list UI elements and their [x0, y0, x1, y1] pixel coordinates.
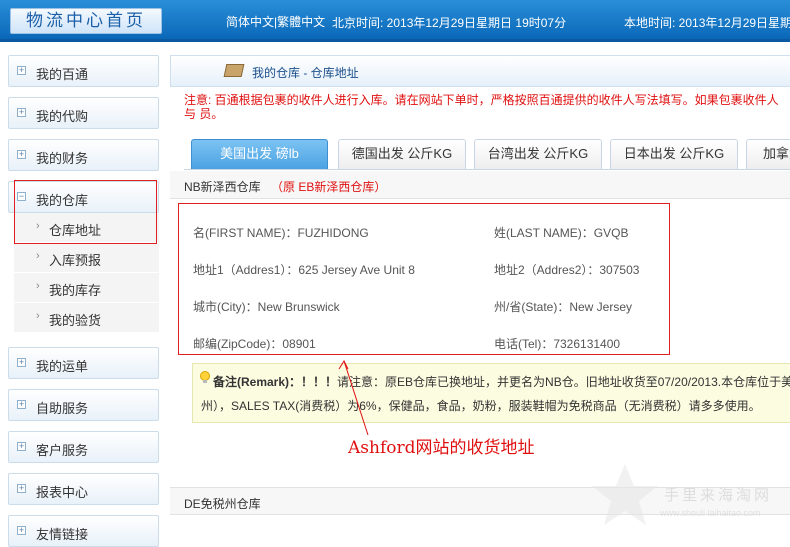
warehouse-nb-header: NB新泽西仓库 （原 EB新泽西仓库）: [170, 171, 790, 199]
sidebar-item-label: 自助服务: [36, 401, 89, 416]
sidebar-item-label: 我的代购: [36, 109, 89, 124]
remark-text-1: 请注意：原EB仓库已换地址，并更名为NB仓。旧地址收货至07/20/2013.本…: [337, 375, 790, 389]
notice-text: 注意: 百通根据包裹的收件人进行入库。请在网站下单时，严格按照百通提供的收件人写…: [184, 93, 779, 121]
expand-icon: +: [17, 65, 26, 75]
sidebar: + 我的百通 + 我的代购 + 我的财务 − 我的仓库 › 仓库地址 › 入库预…: [0, 45, 168, 547]
sidebar-item-my-finance[interactable]: + 我的财务: [8, 139, 159, 171]
sidebar-subitem-inbound-forecast[interactable]: › 入库预报: [14, 243, 159, 273]
language-switch[interactable]: 简体中文|繁體中文: [226, 13, 325, 30]
expand-icon: +: [17, 525, 26, 535]
map-scroll-icon: [223, 64, 245, 77]
remark-box: 备注(Remark)：！！！请注意：原EB仓库已换地址，并更名为NB仓。旧地址收…: [192, 363, 790, 423]
address2-field: 地址2（Addres2）：307503: [494, 263, 640, 277]
remark-line-2: 州），SALES TAX(消费税）为6%，保健品，食品，奶粉，服装鞋帽为免税商品…: [201, 399, 761, 413]
sidebar-item-report-center[interactable]: + 报表中心: [8, 473, 159, 505]
sidebar-item-label: 我的百通: [36, 67, 89, 82]
tab-germany-departure[interactable]: 德国出发 公斤KG: [338, 139, 466, 169]
star-icon: [592, 464, 658, 525]
sidebar-item-label: 我的财务: [36, 151, 89, 166]
expand-icon: +: [17, 107, 26, 117]
remark-line-1: 备注(Remark)：！！！请注意：原EB仓库已换地址，并更名为NB仓。旧地址收…: [213, 373, 790, 390]
sidebar-item-label: 客户服务: [36, 443, 89, 458]
sidebar-item-label: 报表中心: [36, 485, 89, 500]
sidebar-item-my-baitong[interactable]: + 我的百通: [8, 55, 159, 87]
tab-taiwan-departure[interactable]: 台湾出发 公斤KG: [474, 139, 602, 169]
sidebar-item-my-warehouse[interactable]: − 我的仓库: [8, 181, 159, 213]
address-box: 名(FIRST NAME)：FUZHIDONG 姓(LAST NAME)：GVQ…: [178, 203, 670, 355]
sidebar-subitem-warehouse-address[interactable]: › 仓库地址: [14, 213, 159, 243]
annotation-arrow: [338, 359, 369, 436]
sidebar-item-my-proxy-purchase[interactable]: + 我的代购: [8, 97, 159, 129]
sidebar-item-label: 我的仓库: [36, 193, 89, 208]
lightbulb-icon: [200, 371, 210, 383]
expand-icon: +: [17, 441, 26, 451]
last-name-field: 姓(LAST NAME)：GVQB: [494, 226, 629, 240]
watermark-text: 手里来海淘网: [664, 486, 773, 504]
warehouse-nb-subtitle: （原 EB新泽西仓库）: [271, 180, 387, 194]
expand-icon: +: [17, 357, 26, 367]
first-name-field: 名(FIRST NAME)：FUZHIDONG: [193, 226, 369, 240]
tel-field: 电话(Tel)：7326131400: [494, 337, 621, 351]
sidebar-subitem-my-inspection[interactable]: › 我的验货: [14, 303, 159, 333]
watermark-url: www.shouli laihaitao.com: [660, 508, 761, 518]
top-bar: 物流中心首页 简体中文|繁體中文 北京时间: 2013年12月29日星期日 19…: [0, 0, 790, 42]
sidebar-subitem-label: 仓库地址: [49, 223, 102, 238]
warehouse-de-name: DE免税州仓库: [184, 497, 261, 511]
chevron-right-icon: ›: [36, 250, 40, 262]
sidebar-item-customer-service[interactable]: + 客户服务: [8, 431, 159, 463]
annotation-label: Ashford网站的收货地址: [348, 438, 535, 458]
watermark: 手里来海淘网 www.shouli laihaitao.com: [590, 460, 790, 530]
sidebar-item-friend-links[interactable]: + 友情链接: [8, 515, 159, 547]
tab-japan-departure[interactable]: 日本出发 公斤KG: [610, 139, 738, 169]
warehouse-nb-name: NB新泽西仓库: [184, 180, 261, 194]
home-button[interactable]: 物流中心首页: [10, 8, 162, 34]
chevron-right-icon: ›: [36, 220, 40, 232]
state-field: 州/省(State)：New Jersey: [494, 300, 633, 314]
sidebar-subitem-my-inventory[interactable]: › 我的库存: [14, 273, 159, 303]
page-title: 我的仓库 - 仓库地址: [252, 66, 359, 80]
sidebar-item-label: 友情链接: [36, 527, 89, 542]
sidebar-item-my-waybill[interactable]: + 我的运单: [8, 347, 159, 379]
zip-field: 邮编(ZipCode)：08901: [193, 337, 316, 351]
sidebar-subitem-label: 入库预报: [49, 253, 102, 268]
tab-divider: [184, 169, 790, 170]
tab-us-departure[interactable]: 美国出发 磅lb: [191, 139, 328, 169]
beijing-time: 北京时间: 2013年12月29日星期日 19时07分: [332, 16, 567, 30]
page-title-bar: 我的仓库 - 仓库地址: [170, 55, 790, 87]
tab-canada-departure[interactable]: 加拿大: [746, 139, 790, 169]
remark-label: 备注(Remark)：！！！: [213, 375, 338, 389]
address1-field: 地址1（Addres1）：625 Jersey Ave Unit 8: [193, 263, 415, 277]
expand-icon: +: [17, 149, 26, 159]
local-time: 本地时间: 2013年12月29日星期: [624, 16, 790, 30]
sidebar-item-self-service[interactable]: + 自助服务: [8, 389, 159, 421]
sidebar-subitem-label: 我的验货: [49, 313, 102, 328]
city-field: 城市(City)：New Brunswick: [193, 300, 340, 314]
expand-icon: +: [17, 399, 26, 409]
sidebar-subitem-label: 我的库存: [49, 283, 102, 298]
sidebar-item-label: 我的运单: [36, 359, 89, 374]
chevron-right-icon: ›: [36, 280, 40, 292]
chevron-right-icon: ›: [36, 310, 40, 322]
collapse-icon: −: [17, 191, 26, 201]
expand-icon: +: [17, 483, 26, 493]
